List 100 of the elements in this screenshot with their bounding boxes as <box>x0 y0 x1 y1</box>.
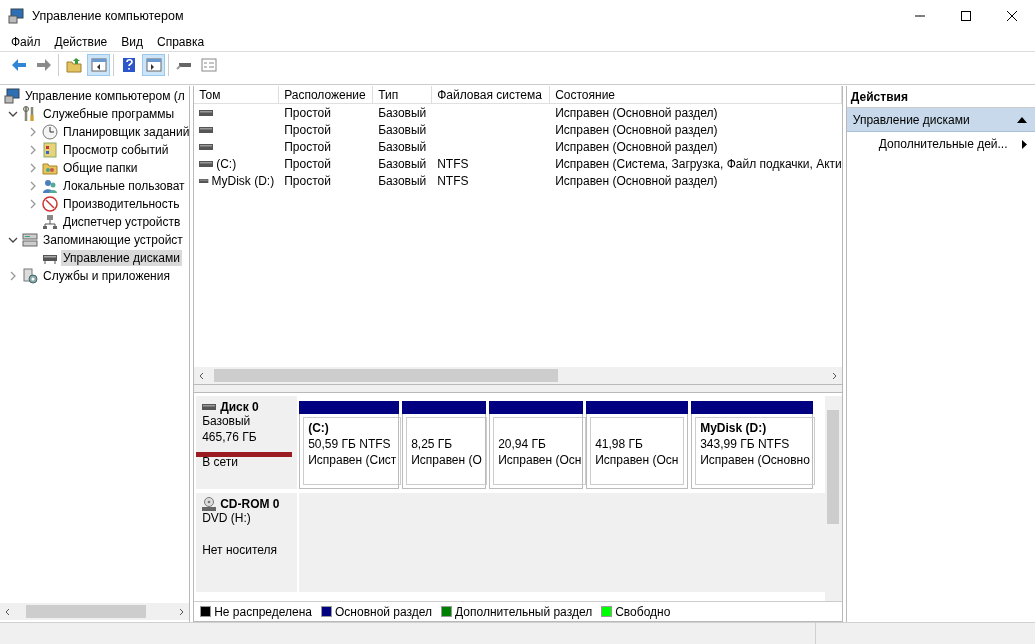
scrollbar-thumb[interactable] <box>827 410 840 524</box>
drive-icon <box>199 177 209 184</box>
table-cell: Простой <box>284 122 331 137</box>
disk-status: Нет носителя <box>202 543 278 557</box>
partition-size: 343,99 ГБ NTFS <box>700 437 791 451</box>
cd-drive-icon <box>202 497 217 511</box>
services-icon <box>22 268 38 284</box>
scrollbar-thumb[interactable] <box>26 605 146 618</box>
disk-info: 465,76 ГБ <box>202 430 257 444</box>
column-header[interactable]: Тип <box>373 86 433 103</box>
tree-item[interactable]: Запоминающие устройст <box>41 232 185 248</box>
scroll-right-icon[interactable] <box>177 607 186 616</box>
device-manager-icon <box>42 214 58 230</box>
column-header[interactable]: Том <box>194 86 280 103</box>
partition-box[interactable]: (C:) 50,59 ГБ NTFS Исправен (Сист <box>303 417 402 485</box>
partition-status: Исправен (Основно <box>700 453 810 467</box>
computer-icon <box>4 88 20 104</box>
partition-size: 41,98 ГБ <box>595 437 644 451</box>
table-cell: Базовый <box>378 139 427 154</box>
action-item[interactable]: Дополнительные дей... <box>846 132 1035 156</box>
legend-label: Дополнительный раздел <box>455 604 593 619</box>
pane-left-icon <box>90 57 107 73</box>
scrollbar-thumb[interactable] <box>214 369 559 382</box>
legend-label: Не распределена <box>214 604 312 619</box>
tree-item[interactable]: Служебные программы <box>41 106 177 122</box>
table-cell: Базовый <box>378 156 427 171</box>
table-cell: Базовый <box>378 122 427 137</box>
action-section[interactable]: Управление дисками <box>846 108 1035 132</box>
partition-status: Исправен (Осн <box>595 453 680 467</box>
collapsed-chevron-icon[interactable] <box>29 145 37 155</box>
disk-name: Диск 0 <box>220 400 259 414</box>
tree-item[interactable]: Локальные пользоват <box>61 178 187 194</box>
menu-item[interactable]: Действие <box>47 34 115 49</box>
tree-item[interactable]: Диспетчер устройств <box>61 214 183 230</box>
column-header[interactable]: Расположение <box>279 86 374 103</box>
users-icon <box>42 178 58 194</box>
partition-box[interactable]: 41,98 ГБ Исправен (Осн <box>590 417 685 485</box>
maximize-icon <box>961 11 971 21</box>
tree-item[interactable]: Производительность <box>61 196 182 212</box>
clock-icon <box>42 124 58 140</box>
partition-box[interactable]: 8,25 ГБ Исправен (О <box>406 417 487 485</box>
disk-info: Базовый <box>202 414 251 428</box>
table-cell: NTFS <box>437 173 469 188</box>
table-cell: Исправен (Основной раздел) <box>555 139 718 154</box>
partition-size: 20,94 ГБ <box>498 437 547 451</box>
drive-icon <box>199 126 214 133</box>
expanded-chevron-icon[interactable] <box>8 110 18 118</box>
collapsed-chevron-icon[interactable] <box>29 127 37 137</box>
drive-icon <box>199 160 214 167</box>
table-cell: Базовый <box>378 173 427 188</box>
disk-status: В сети <box>202 455 238 469</box>
scroll-left-icon[interactable] <box>4 607 12 616</box>
toolbar-button[interactable] <box>87 54 110 76</box>
collapse-triangle-icon[interactable] <box>1017 116 1027 123</box>
tree-item[interactable]: Службы и приложения <box>41 268 172 284</box>
pane-splitter[interactable] <box>194 385 842 393</box>
menu-item[interactable]: Файл <box>4 34 48 49</box>
table-cell: NTFS <box>437 156 469 171</box>
partition-box[interactable]: MyDisk (D:) 343,99 ГБ NTFS Исправен (Основно <box>695 417 815 485</box>
table-cell: (C:) <box>216 156 237 171</box>
table-cell: Исправен (Основной раздел) <box>555 105 718 120</box>
menu-item[interactable]: Справка <box>150 34 212 49</box>
tree-item[interactable]: Просмотр событий <box>61 142 171 158</box>
disk-label-panel[interactable]: CD-ROM 0 DVD (H:) Нет носителя <box>196 493 298 592</box>
table-cell: Простой <box>284 156 331 171</box>
column-header[interactable]: Состояние <box>550 86 842 103</box>
tree-item[interactable]: Общие папки <box>61 160 140 176</box>
disk-name: CD-ROM 0 <box>220 497 280 511</box>
tree-item[interactable]: Управление компьютером (л <box>23 88 187 104</box>
expanded-chevron-icon[interactable] <box>8 236 18 244</box>
app-icon <box>8 8 24 24</box>
event-log-icon <box>42 142 58 158</box>
collapsed-chevron-icon[interactable] <box>29 163 37 173</box>
partition-title: (C:) <box>308 421 329 435</box>
table-cell: Простой <box>284 105 331 120</box>
submenu-arrow-icon <box>1022 139 1027 149</box>
partition-size: 8,25 ГБ <box>411 437 454 451</box>
partition-box[interactable]: 20,94 ГБ Исправен (Осн <box>493 417 587 485</box>
window-title: Управление компьютером <box>32 9 185 23</box>
table-cell: Простой <box>284 173 331 188</box>
tree-item[interactable]: Управление дисками <box>61 250 182 266</box>
partition-status: Исправен (Осн <box>498 453 582 467</box>
collapsed-chevron-icon[interactable] <box>9 271 17 281</box>
table-cell: MyDisk (D:) <box>211 173 275 188</box>
column-header[interactable]: Файловая система <box>432 86 551 103</box>
table-cell: Исправен (Система, Загрузка, Файл подкачки, Акти <box>555 156 842 171</box>
close-icon <box>1007 11 1017 21</box>
collapsed-chevron-icon[interactable] <box>29 199 37 209</box>
toolbar-button[interactable] <box>142 54 165 76</box>
table-cell: Исправен (Основной раздел) <box>555 173 718 188</box>
collapsed-chevron-icon[interactable] <box>29 181 37 191</box>
list-icon <box>200 57 217 73</box>
tree-item[interactable]: Планировщик заданий <box>61 124 190 140</box>
legend-label: Основной раздел <box>335 604 433 619</box>
folder-up-icon <box>65 57 82 73</box>
storage-icon <box>22 232 38 248</box>
drive-icon <box>199 109 214 116</box>
help-icon <box>120 57 137 73</box>
menu-item[interactable]: Вид <box>114 34 150 49</box>
disk-label-panel[interactable]: Диск 0 Базовый 465,76 ГБ В сети <box>196 396 298 489</box>
